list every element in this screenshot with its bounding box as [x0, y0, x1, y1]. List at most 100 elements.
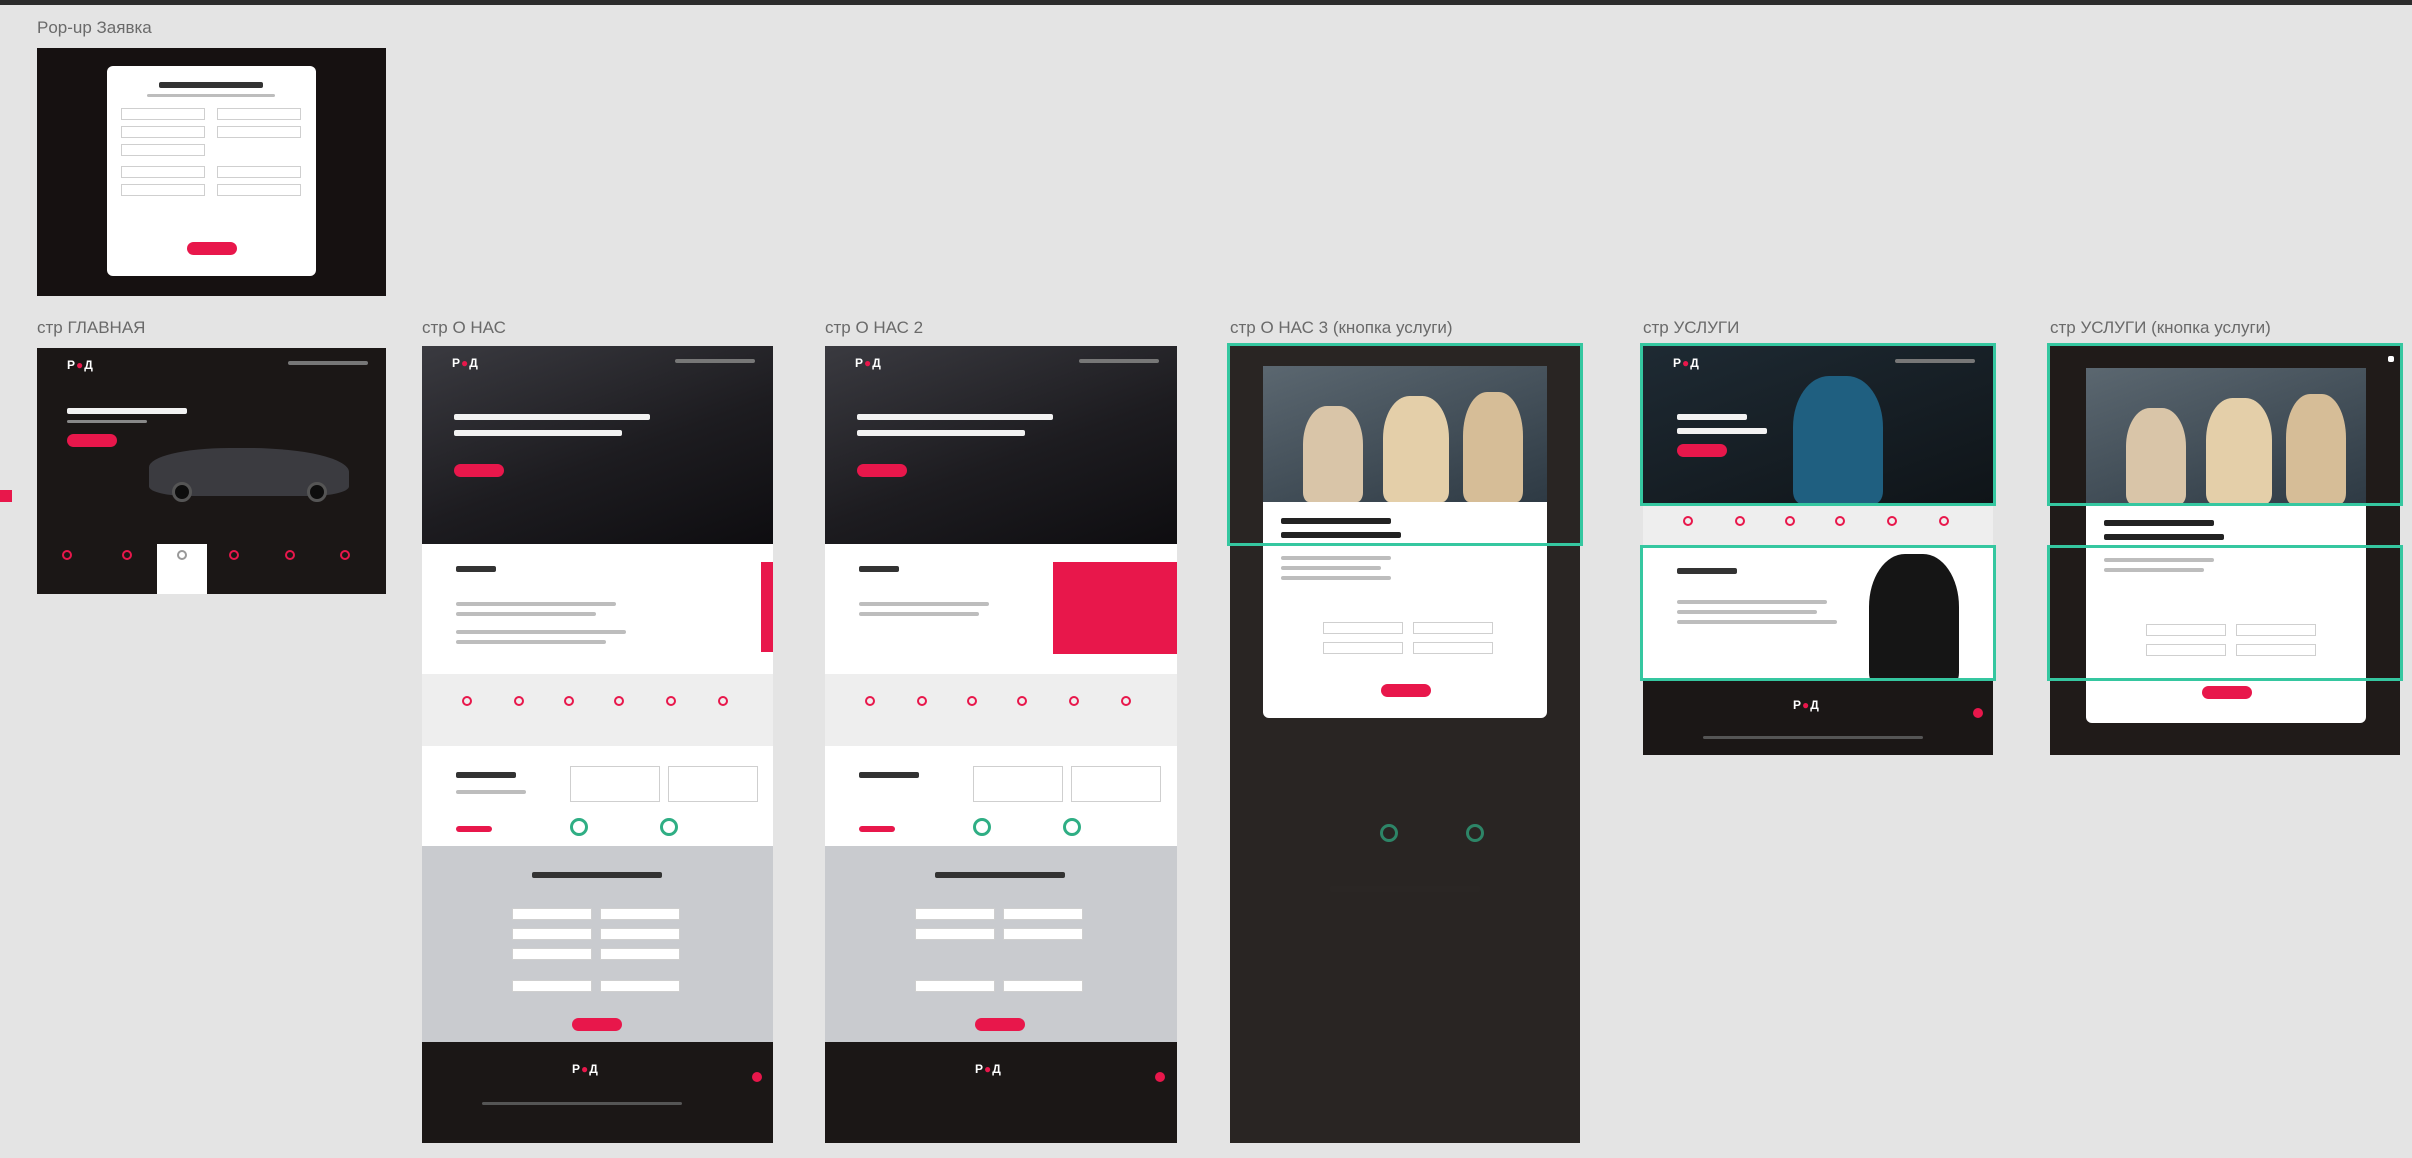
popup-submit-button[interactable] — [187, 242, 237, 255]
scroll-top-button[interactable] — [1973, 708, 1983, 718]
frame-label-services2[interactable]: стр УСЛУГИ (кнопка услуги) — [2050, 318, 2271, 338]
form-field[interactable] — [915, 908, 995, 920]
car-icon[interactable] — [1735, 516, 1745, 526]
frame-label-about1[interactable]: стр О НАС — [422, 318, 506, 338]
frame-label-popup[interactable]: Pop-up Заявка — [37, 18, 152, 38]
frame-label-about2[interactable]: стр О НАС 2 — [825, 318, 923, 338]
hero-button[interactable] — [857, 464, 907, 477]
shield-icon[interactable] — [1069, 696, 1079, 706]
nav-menu[interactable] — [1079, 359, 1159, 363]
scroll-top-button[interactable] — [1155, 1072, 1165, 1082]
review-card[interactable] — [570, 766, 660, 802]
clock-icon[interactable] — [967, 696, 977, 706]
star-icon[interactable] — [1835, 516, 1845, 526]
phone-icon[interactable] — [1939, 516, 1949, 526]
review-card[interactable] — [668, 766, 758, 802]
popup-field[interactable] — [121, 108, 205, 120]
modal-field[interactable] — [1413, 642, 1493, 654]
dropdown-panel[interactable] — [1053, 562, 1177, 654]
shield-icon[interactable] — [285, 550, 295, 560]
nav-menu[interactable] — [675, 359, 755, 363]
side-tab[interactable] — [761, 562, 773, 652]
person-icon[interactable] — [865, 696, 875, 706]
frame-label-about3[interactable]: стр О НАС 3 (кнопка услуги) — [1230, 318, 1453, 338]
popup-field[interactable] — [217, 184, 301, 196]
star-icon[interactable] — [229, 550, 239, 560]
form-field[interactable] — [512, 908, 592, 920]
form-submit-button[interactable] — [975, 1018, 1025, 1031]
phone-icon[interactable] — [340, 550, 350, 560]
form-field[interactable] — [915, 928, 995, 940]
person-icon[interactable] — [1683, 516, 1693, 526]
popup-field[interactable] — [121, 126, 205, 138]
reviews-button[interactable] — [859, 826, 895, 832]
selection-box[interactable] — [1640, 545, 1996, 681]
logo[interactable]: Р●Д — [855, 356, 882, 370]
selection-box[interactable] — [2047, 343, 2403, 506]
frame-label-services[interactable]: стр УСЛУГИ — [1643, 318, 1739, 338]
logo[interactable]: Р●Д — [67, 358, 94, 372]
footer-logo[interactable]: Р●Д — [975, 1062, 1002, 1076]
popup-field[interactable] — [121, 184, 205, 196]
modal-field[interactable] — [1413, 622, 1493, 634]
clock-icon[interactable] — [177, 550, 187, 560]
phone-icon[interactable] — [718, 696, 728, 706]
car-icon[interactable] — [122, 550, 132, 560]
frame-about2[interactable]: Р●Д Р●Д — [825, 346, 1177, 1143]
form-field[interactable] — [600, 908, 680, 920]
star-icon[interactable] — [1017, 696, 1027, 706]
frame-about1[interactable]: Р●Д Р●Д — [422, 346, 773, 1143]
popup-field[interactable] — [217, 108, 301, 120]
form-field[interactable] — [1003, 908, 1083, 920]
selection-box[interactable] — [1227, 343, 1583, 546]
form-field[interactable] — [600, 948, 680, 960]
frame-label-home[interactable]: стр ГЛАВНАЯ — [37, 318, 145, 338]
hero-button[interactable] — [67, 434, 117, 447]
review-card[interactable] — [973, 766, 1063, 802]
footer-logo[interactable]: Р●Д — [572, 1062, 599, 1076]
form-title — [935, 872, 1065, 878]
form-field[interactable] — [512, 980, 592, 992]
frame-popup[interactable] — [37, 48, 386, 296]
form-field[interactable] — [1003, 928, 1083, 940]
form-submit-button[interactable] — [572, 1018, 622, 1031]
footer-links[interactable] — [1703, 736, 1923, 739]
nav-menu[interactable] — [288, 361, 368, 365]
form-field[interactable] — [600, 928, 680, 940]
selection-box[interactable] — [1640, 343, 1996, 506]
hero-button[interactable] — [454, 464, 504, 477]
modal-submit-button[interactable] — [1381, 684, 1431, 697]
car-icon[interactable] — [917, 696, 927, 706]
popup-field[interactable] — [217, 126, 301, 138]
modal-field[interactable] — [1323, 622, 1403, 634]
clock-icon[interactable] — [564, 696, 574, 706]
form-field[interactable] — [915, 980, 995, 992]
scroll-top-button[interactable] — [752, 1072, 762, 1082]
shield-icon[interactable] — [1887, 516, 1897, 526]
review-card[interactable] — [1071, 766, 1161, 802]
person-icon[interactable] — [462, 696, 472, 706]
person-icon[interactable] — [62, 550, 72, 560]
form-field[interactable] — [512, 928, 592, 940]
frame-scroll-marker[interactable] — [0, 490, 12, 502]
selection-box[interactable] — [2047, 545, 2403, 681]
form-field[interactable] — [512, 948, 592, 960]
logo[interactable]: Р●Д — [452, 356, 479, 370]
star-icon[interactable] — [614, 696, 624, 706]
popup-field[interactable] — [121, 144, 205, 156]
car-icon[interactable] — [514, 696, 524, 706]
popup-field[interactable] — [121, 166, 205, 178]
reviews-button[interactable] — [456, 826, 492, 832]
form-field[interactable] — [600, 980, 680, 992]
footer-logo[interactable]: Р●Д — [1793, 698, 1820, 712]
modal-field[interactable] — [1323, 642, 1403, 654]
phone-icon[interactable] — [1121, 696, 1131, 706]
shield-icon[interactable] — [666, 696, 676, 706]
footer-links[interactable] — [482, 1102, 682, 1105]
form-field[interactable] — [1003, 980, 1083, 992]
modal-submit-button[interactable] — [2202, 686, 2252, 699]
reviews-section — [825, 746, 1177, 846]
frame-home[interactable]: Р●Д — [37, 348, 386, 594]
clock-icon[interactable] — [1785, 516, 1795, 526]
popup-field[interactable] — [217, 166, 301, 178]
